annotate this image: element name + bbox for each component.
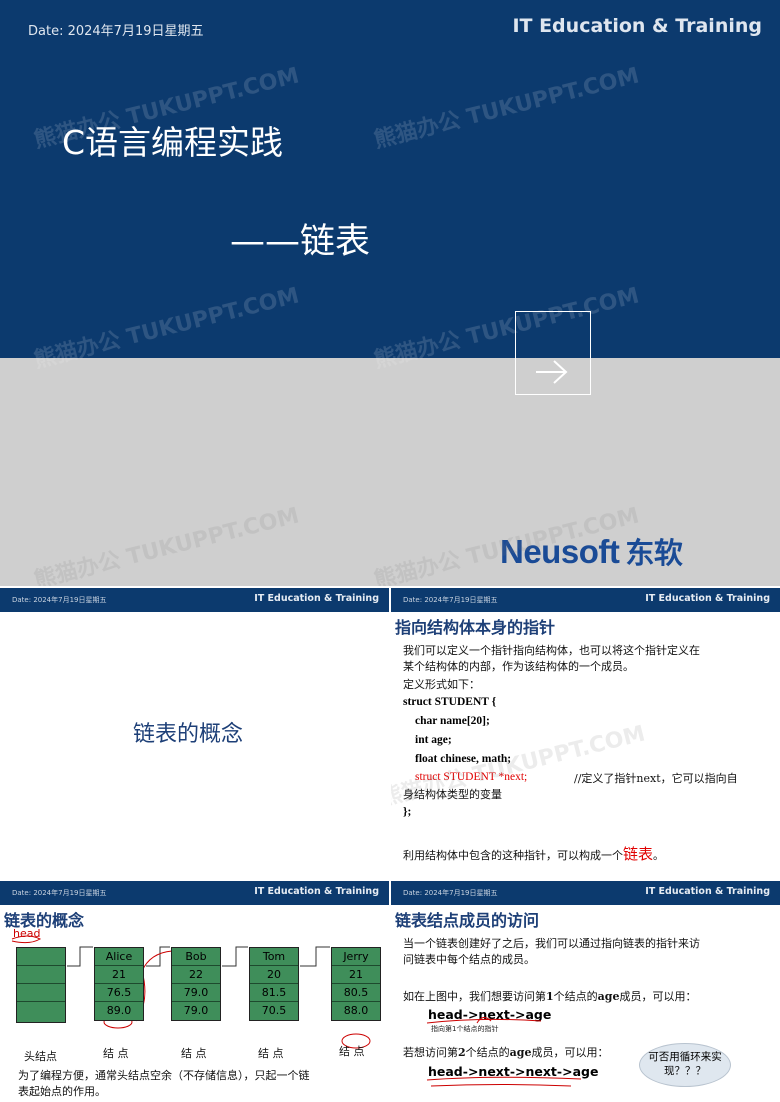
logo-en: Neusoft	[500, 533, 620, 570]
slide-date: Date: 2024年7月19日星期五	[12, 596, 107, 604]
node-label: 结 点	[258, 1047, 284, 1060]
code-line-next-pointer: struct STUDENT *next;	[415, 771, 528, 783]
code-line: float chinese, math;	[415, 753, 512, 765]
next-slide-button[interactable]	[515, 311, 591, 395]
slide-linked-list-concept[interactable]: Date: 2024年7月19日星期五 IT Education & Train…	[0, 588, 389, 879]
neusoft-logo: Neusoft 东软	[500, 530, 683, 572]
node-name: Tom	[250, 948, 298, 966]
node-chinese: 79.0	[172, 984, 220, 1002]
node-math: 70.5	[261, 1004, 287, 1017]
code-line: };	[403, 806, 412, 818]
node-age: 21	[95, 966, 143, 984]
code-comment: 身结构体类型的变量	[403, 788, 502, 801]
node-age: 21	[332, 966, 380, 984]
list-node: Tom 20 81.5 70.5	[249, 947, 299, 1021]
node-label: 结 点	[339, 1045, 365, 1058]
arrow-right-icon	[536, 360, 568, 384]
head-node-label: 头结点	[24, 1050, 57, 1063]
node-math: 79.0	[183, 1004, 209, 1017]
logo-cn: 东软	[625, 538, 683, 570]
node-name: Alice	[95, 948, 143, 966]
cover-slide: Date: 2024年7月19日星期五 IT Education & Train…	[0, 0, 780, 586]
intro-line: 定义形式如下：	[403, 678, 480, 691]
question-bubble: 可否用循环来实 现？？？	[639, 1043, 731, 1087]
node-label: 结 点	[181, 1047, 207, 1060]
footer-note: 表起始点的作用。	[18, 1085, 106, 1098]
slide-header: Date: 2024年7月19日星期五 IT Education & Train…	[391, 588, 780, 612]
slide-header: Date: 2024年7月19日星期五 IT Education & Train…	[0, 588, 389, 612]
intro-line: 某个结构体的内部，作为该结构体的一个成员。	[403, 660, 634, 673]
head-node	[16, 947, 66, 1023]
cover-subtitle: ——链表	[230, 222, 371, 262]
cover-banner	[0, 0, 780, 358]
list-node: Bob 22 79.0 79.0	[171, 947, 221, 1021]
node-label: 结 点	[103, 1047, 129, 1060]
code-line: char name[20];	[415, 715, 490, 727]
summary-emphasis: 链表	[623, 845, 654, 863]
slide-date: Date: 2024年7月19日星期五	[403, 596, 498, 604]
summary-text: 利用结构体中包含的这种指针，可以构成一个	[403, 849, 623, 862]
intro-line: 我们可以定义一个指针指向结构体，也可以将这个指针定义在	[403, 644, 700, 657]
cover-date: Date: 2024年7月19日星期五	[28, 24, 204, 39]
node-age: 20	[250, 966, 298, 984]
node-math: 89.0	[106, 1004, 132, 1017]
slide-node-member-access[interactable]: Date: 2024年7月19日星期五 IT Education & Train…	[391, 881, 780, 1102]
node-math: 88.0	[343, 1004, 369, 1017]
cover-title: C语言编程实践	[62, 123, 284, 162]
bubble-text: 现？？？	[664, 1065, 706, 1077]
footer-note: 为了编程方便，通常头结点空余（不存储信息），只起一个链	[18, 1069, 310, 1082]
slide-self-referencing-pointer[interactable]: Date: 2024年7月19日星期五 IT Education & Train…	[391, 588, 780, 879]
code-comment: //定义了指针next，它可以指向自	[574, 772, 738, 785]
list-node: Alice 21 76.5 89.0	[94, 947, 144, 1021]
slide-brand: IT Education & Training	[645, 593, 770, 604]
slide-title: 指向结构体本身的指针	[395, 618, 556, 637]
summary-end: 。	[653, 849, 665, 862]
node-chinese: 76.5	[95, 984, 143, 1002]
code-line: struct STUDENT {	[403, 696, 497, 708]
slide-brand: IT Education & Training	[254, 593, 379, 604]
list-node: Jerry 21 80.5 88.0	[331, 947, 381, 1021]
node-chinese: 81.5	[250, 984, 298, 1002]
node-chinese: 80.5	[332, 984, 380, 1002]
watermark: 熊猫办公 TUKUPPT.COM	[31, 503, 302, 586]
node-name: Jerry	[332, 948, 380, 966]
code-line: int age;	[415, 734, 452, 746]
node-name: Bob	[172, 948, 220, 966]
cover-brand: IT Education & Training	[512, 15, 762, 37]
slide-linked-list-diagram[interactable]: Date: 2024年7月19日星期五 IT Education & Train…	[0, 881, 389, 1102]
node-age: 22	[172, 966, 220, 984]
bubble-text: 可否用循环来实	[648, 1051, 722, 1063]
slide-title: 链表的概念	[133, 722, 244, 747]
summary: 利用结构体中包含的这种指针，可以构成一个链表。	[403, 846, 664, 864]
